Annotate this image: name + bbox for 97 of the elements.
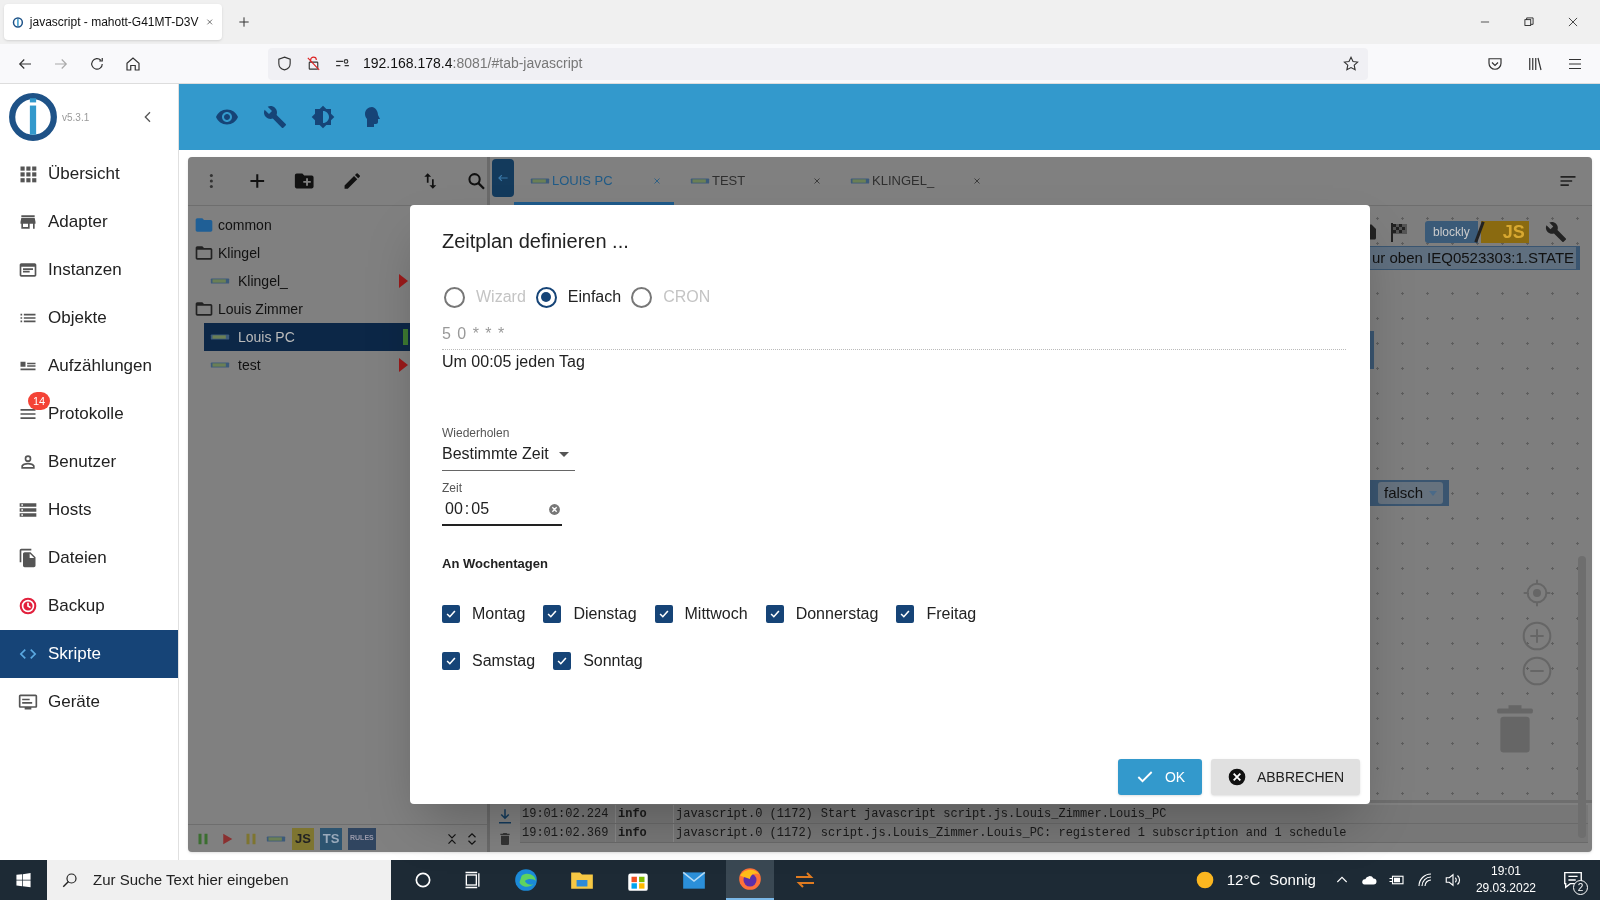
- cron-field: 5 0 * * *: [442, 322, 1346, 350]
- server-icon: [18, 500, 38, 520]
- chat-icon: [1562, 869, 1584, 891]
- checkbox-label: Donnerstag: [795, 603, 879, 624]
- folder-icon: [194, 215, 214, 235]
- checkbox[interactable]: [654, 604, 673, 623]
- task-view-icon[interactable]: [463, 870, 483, 890]
- time-field[interactable]: 00:05: [442, 497, 562, 526]
- url-text: 192.168.178.4:8081/#tab-javascript: [363, 54, 583, 73]
- cancel-icon: [1226, 767, 1247, 787]
- clear-icon[interactable]: [548, 502, 561, 516]
- section-heading: An Wochentagen: [442, 555, 549, 573]
- scrollbar[interactable]: [1578, 556, 1586, 838]
- circle-icon[interactable]: [413, 870, 433, 890]
- checkbox[interactable]: [553, 651, 572, 670]
- person-icon: [18, 452, 38, 472]
- checkbox-label: Freitag: [926, 603, 977, 624]
- radio-button[interactable]: [535, 286, 557, 308]
- dialog-title: Zeitplan definieren ...: [442, 229, 630, 254]
- speaker-icon[interactable]: [1443, 871, 1462, 889]
- schedule-description: Um 00:05 jeden Tag: [442, 352, 586, 372]
- log-time: 19:01:02.224: [520, 805, 616, 823]
- address-bar[interactable]: 192.168.178.4:8081/#tab-javascript: [268, 47, 1368, 80]
- log-level: info: [616, 824, 674, 842]
- notifications-button[interactable]: 2: [1558, 865, 1588, 895]
- log-source: javascript.0 (1172): [675, 806, 814, 823]
- clock-time: 19:01: [1490, 863, 1521, 880]
- radio-button[interactable]: [631, 286, 653, 308]
- expand-icon[interactable]: [465, 831, 479, 846]
- wifi-icon[interactable]: [1415, 871, 1434, 889]
- close-icon: [204, 16, 214, 28]
- checkbox[interactable]: [543, 604, 562, 623]
- panel-icon: [18, 260, 38, 280]
- cancel-button[interactable]: ABBRECHEN: [1211, 759, 1360, 795]
- lock-icon: [305, 55, 322, 72]
- checkbox[interactable]: [442, 651, 460, 670]
- delete-icon[interactable]: [497, 831, 513, 847]
- log-message: Start javascript script.js.Louis_Zimmer.Louis_PC: [819, 806, 1168, 823]
- open-folder-icon: [194, 243, 214, 263]
- checkbox-label: Samstag: [472, 650, 536, 671]
- repeat-select[interactable]: Bestimmte Zeit: [442, 442, 575, 471]
- mode-label[interactable]: blockly: [1425, 221, 1478, 243]
- field-label: Wiederholen: [442, 425, 511, 442]
- log-level: info: [616, 805, 674, 823]
- star-icon[interactable]: [1342, 54, 1360, 73]
- app-logo-icon: [8, 92, 58, 142]
- restore-icon[interactable]: [1522, 15, 1536, 29]
- radio-label: Wizard: [476, 287, 526, 307]
- checkbox[interactable]: [442, 604, 460, 623]
- close-icon[interactable]: [1566, 15, 1580, 29]
- plus-icon[interactable]: [236, 14, 252, 30]
- app-logo-icon: [12, 14, 24, 30]
- version-label: v5.3.1: [62, 110, 90, 125]
- clock-date: 29.03.2022: [1475, 880, 1536, 897]
- field-label: Zeit: [442, 480, 463, 497]
- taskbar-search-field[interactable]: Zur Suche Text hier eingeben: [47, 860, 391, 900]
- shield-icon: [276, 55, 293, 72]
- store-icon: [18, 212, 38, 232]
- caret-down-icon: [559, 451, 569, 457]
- browser-icon[interactable]: [513, 867, 539, 893]
- download-icon[interactable]: [496, 807, 514, 825]
- checkbox[interactable]: [896, 604, 915, 623]
- wrench-icon[interactable]: [1544, 221, 1567, 243]
- clock-icon: [18, 596, 38, 616]
- fox-icon: [737, 866, 763, 892]
- radio-button[interactable]: [444, 286, 465, 308]
- collapse-icon[interactable]: [445, 831, 459, 846]
- checkbox-label: Sonntag: [583, 650, 643, 671]
- checkbox-label: Dienstag: [573, 603, 637, 624]
- count-badge: 14: [28, 392, 50, 410]
- search-icon: [61, 871, 79, 889]
- log-source: javascript.0 (1172): [675, 825, 814, 842]
- tree-script[interactable]: Louis PC: [204, 323, 410, 351]
- search-icon[interactable]: [466, 170, 487, 192]
- sun-icon: [1194, 870, 1215, 890]
- brightness-icon[interactable]: [311, 105, 335, 129]
- sidebar-item[interactable]: Skripte: [0, 630, 178, 678]
- temperature: 12°C: [1226, 869, 1261, 890]
- open-folder-icon: [194, 299, 214, 319]
- checkbox[interactable]: [765, 604, 784, 623]
- dropdown[interactable]: falsch: [1378, 481, 1444, 505]
- monitor-icon: [18, 692, 38, 712]
- windows-icon[interactable]: [15, 871, 32, 889]
- wrench-icon[interactable]: [263, 105, 287, 129]
- weather-label: Sonnig: [1269, 869, 1316, 890]
- taskbar-active-app[interactable]: [726, 860, 774, 900]
- radio-label: Einfach: [567, 287, 622, 307]
- editor-tab[interactable]: KLINGEL_: [834, 159, 994, 205]
- log-time: 19:01:02.369: [520, 824, 616, 842]
- browser-tab[interactable]: javascript - mahott-G41MT-D3V: [4, 4, 222, 40]
- files-icon: [18, 548, 38, 568]
- log-message: script.js.Louis_Zimmer.Louis_PC: registered 1 subscription and 1 schedule: [819, 825, 1348, 842]
- radio-label: CRON: [663, 287, 711, 307]
- grid-icon: [18, 164, 38, 184]
- notification-count: 2: [1573, 880, 1588, 895]
- checkbox-label: Montag: [472, 603, 526, 624]
- checkbox-label: Mittwoch: [684, 603, 748, 624]
